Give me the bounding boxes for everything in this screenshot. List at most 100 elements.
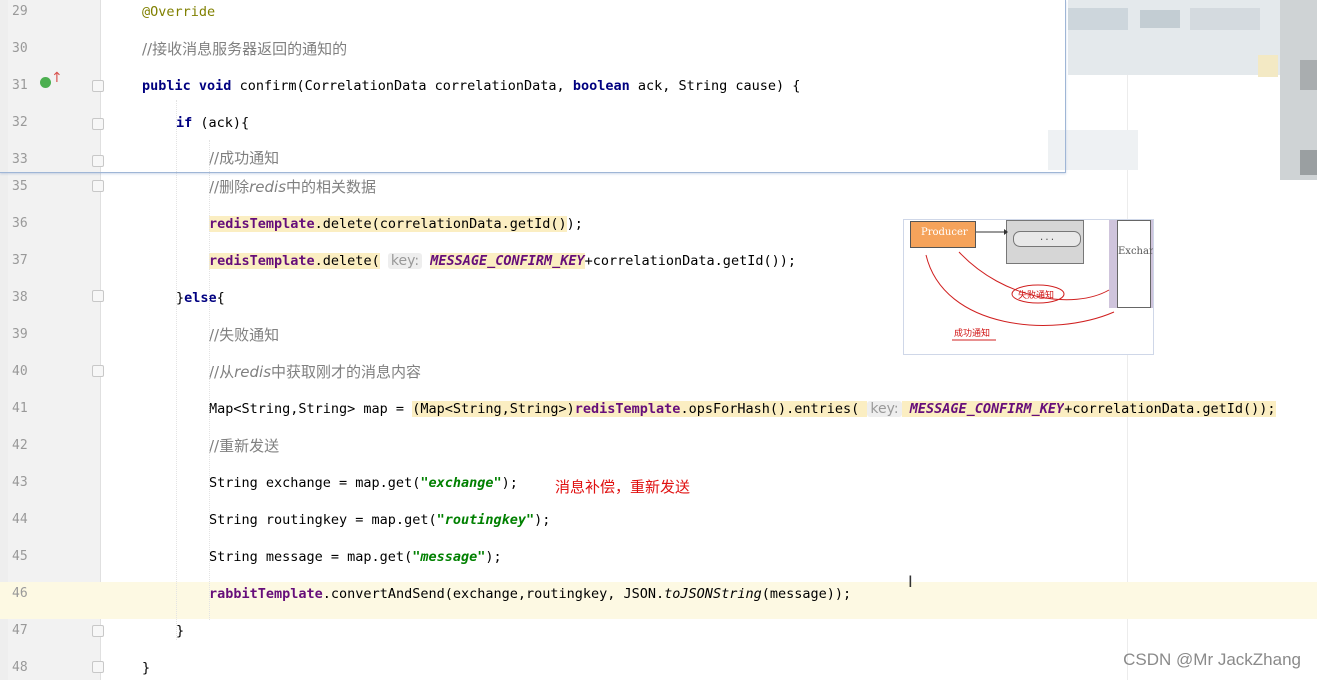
code-token: "message" [412,549,486,565]
code-token: //失败通知 [209,326,280,344]
code-token: (message)); [761,586,852,602]
line-number: 44 [12,512,28,527]
line-number: 41 [12,401,28,416]
line-number: 39 [12,327,28,342]
code-text[interactable]: } [176,621,184,641]
fold-marker-icon[interactable] [92,180,104,192]
code-token: boolean [572,78,630,94]
code-line[interactable]: 46 rabbitTemplate.convertAndSend(exchange… [0,582,1317,619]
code-text[interactable]: String exchange = map.get("exchange"); [209,473,518,493]
code-token: MESSAGE_CONFIRM_KEY [430,253,585,269]
code-text[interactable]: //从redis中获取刚才的消息内容 [209,362,421,383]
line-number: 30 [12,41,28,56]
code-token: redisTemplate [209,253,315,269]
indent-guide [176,100,177,640]
line-number: 42 [12,438,28,453]
diagram-success-label: 成功通知 [954,329,991,339]
code-line[interactable]: 35 //删除redis中的相关数据 [0,175,1317,212]
code-token: { [216,290,225,306]
line-number: 43 [12,475,28,490]
code-text[interactable]: rabbitTemplate.convertAndSend(exchange,r… [209,584,851,604]
line-number: 33 [12,152,28,167]
code-text[interactable]: redisTemplate.delete( key: MESSAGE_CONFI… [209,251,796,271]
code-text[interactable]: //重新发送 [209,436,279,457]
line-number: 48 [12,660,28,675]
code-token: +correlationData.getId()); [584,253,796,269]
line-number: 38 [12,290,28,305]
code-token: MESSAGE_CONFIRM_KEY [909,401,1065,417]
line-number: 45 [12,549,28,564]
code-token: //从 [209,363,235,381]
override-gutter-icon[interactable] [40,77,51,88]
code-token: redis [234,363,272,381]
code-text[interactable]: String message = map.get("message"); [209,547,502,567]
fold-marker-icon[interactable] [92,290,104,302]
code-line[interactable]: 29 @Override [0,0,1317,37]
code-token: Map<String,String> map = [209,401,413,417]
code-text[interactable]: @Override [142,2,215,22]
code-token: ); [534,512,551,528]
fold-marker-icon[interactable] [92,155,104,167]
line-number: 36 [12,216,28,231]
code-token: void [198,78,232,94]
fold-marker-icon[interactable] [92,661,104,673]
code-text[interactable]: }else{ [176,288,225,308]
line-number: 46 [12,586,28,601]
code-token: ); [501,475,518,491]
code-text[interactable]: redisTemplate.delete(correlationData.get… [209,214,583,234]
fold-marker-icon[interactable] [92,365,104,377]
diagram-thumbnail: Exchan Producer ... 失败通知 成功通知 [903,219,1154,355]
override-arrow-icon: ↑ [51,70,63,86]
fold-marker-icon[interactable] [92,80,104,92]
code-token: ack, String cause) { [629,78,801,94]
code-token: ); [566,216,583,232]
code-line[interactable]: 45 String message = map.get("message"); [0,545,1317,582]
line-number: 40 [12,364,28,379]
code-token: 中获取刚才的消息内容 [271,363,422,381]
code-token: +correlationData.getId()); [1064,401,1276,417]
code-token: } [142,660,151,676]
code-text[interactable]: //删除redis中的相关数据 [209,177,376,198]
code-line[interactable]: 42 //重新发送 [0,434,1317,471]
code-line[interactable]: 48} [0,656,1317,693]
diagram-fail-label: 失败通知 [1018,291,1055,301]
parameter-hint: key: [867,401,902,417]
code-text[interactable]: //接收消息服务器返回的通知的 [142,39,347,60]
code-token: "exchange" [420,475,502,491]
code-text[interactable]: String routingkey = map.get("routingkey"… [209,510,550,530]
fold-marker-icon[interactable] [92,118,104,130]
code-token: String routingkey = map.get( [209,512,437,528]
code-token: //重新发送 [209,437,280,455]
code-token: String exchange = map.get( [209,475,421,491]
code-text[interactable]: //成功通知 [209,148,279,169]
code-line[interactable]: 41 Map<String,String> map = (Map<String,S… [0,397,1317,434]
line-number: 35 [12,179,28,194]
diagram-arrows [925,229,1115,341]
line-number: 31 [12,78,28,93]
code-line[interactable]: 32 if (ack){ [0,111,1317,148]
code-line[interactable]: 31 public void confirm(CorrelationData co… [0,74,1317,111]
code-token: toJSONString [664,586,762,602]
code-token: else [184,290,217,306]
code-line[interactable]: 47} [0,619,1317,656]
fold-marker-icon[interactable] [92,625,104,637]
line-number: 47 [12,623,28,638]
code-token: ); [485,549,502,565]
code-token: if [176,115,193,131]
code-line[interactable]: 40 //从redis中获取刚才的消息内容 [0,360,1317,397]
line-number: 37 [12,253,28,268]
code-token: public [142,78,191,94]
code-text[interactable]: public void confirm(CorrelationData corr… [142,76,800,96]
code-line[interactable]: 44 String routingkey = map.get("routingke… [0,508,1317,545]
code-token: 中的相关数据 [286,178,377,196]
code-token: .delete( [314,253,380,269]
code-token: } [176,623,185,639]
code-text[interactable]: } [142,658,150,678]
code-text[interactable]: if (ack){ [176,113,249,133]
code-text[interactable]: //失败通知 [209,325,279,346]
code-line[interactable]: 30 //接收消息服务器返回的通知的 [0,37,1317,74]
code-token: //删除 [209,178,250,196]
code-text[interactable]: Map<String,String> map = (Map<String,Str… [209,399,1276,419]
line-number: 29 [12,4,28,19]
